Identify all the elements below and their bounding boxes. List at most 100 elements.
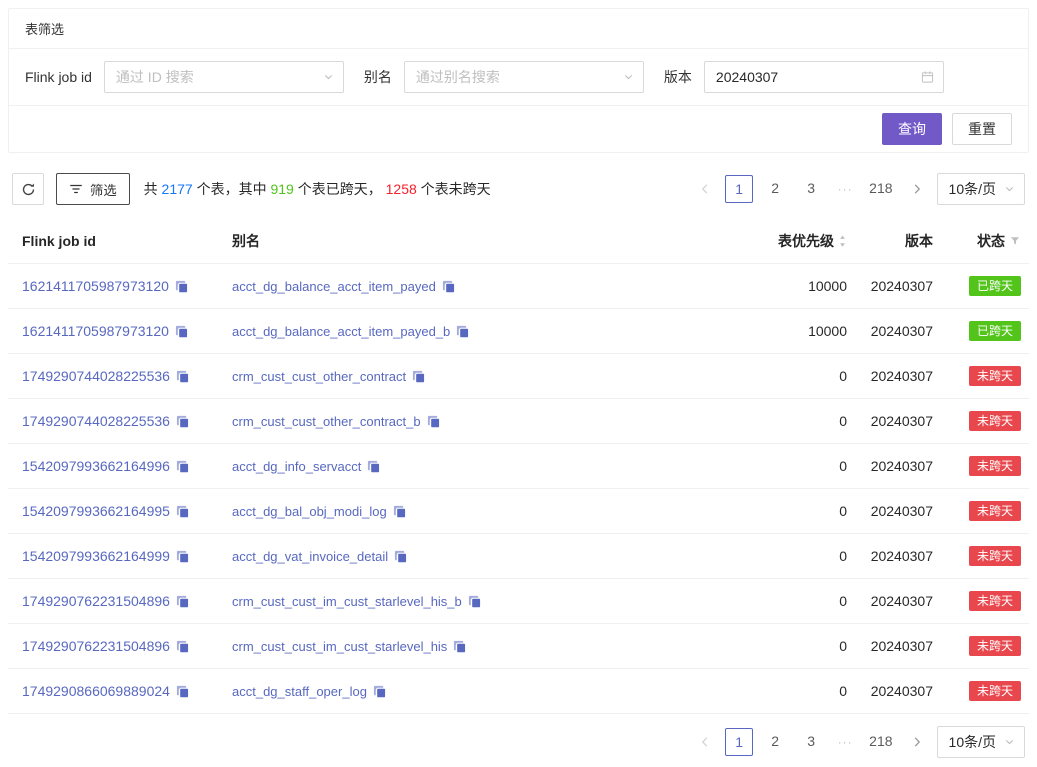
copy-icon[interactable] (442, 280, 455, 293)
copy-icon[interactable] (394, 550, 407, 563)
copy-icon[interactable] (176, 370, 189, 383)
sort-icon[interactable] (838, 234, 847, 248)
column-filter-funnel-icon[interactable] (1009, 235, 1021, 247)
job-id-select[interactable]: 通过 ID 搜索 (104, 61, 344, 93)
page-button-2[interactable]: 2 (761, 175, 789, 203)
page-button-last[interactable]: 218 (865, 175, 896, 203)
copy-icon[interactable] (393, 505, 406, 518)
summary-total-count: 2177 (162, 181, 193, 197)
copy-icon[interactable] (176, 595, 189, 608)
page-size-select[interactable]: 10条/页 (937, 726, 1025, 758)
col-header-flink-job-id: Flink job id (8, 219, 218, 263)
filter-row: Flink job id 通过 ID 搜索 别名 通过别名搜索 版本 20240… (9, 49, 1028, 106)
page-button-1[interactable]: 1 (725, 728, 753, 756)
alias-link[interactable]: acct_dg_balance_acct_item_payed_b (232, 324, 450, 339)
copy-icon[interactable] (175, 325, 188, 338)
table-row: 1542097993662164995 acct_dg_bal_obj_modi… (8, 488, 1029, 533)
reset-button[interactable]: 重置 (952, 113, 1012, 145)
chevron-down-icon (1004, 184, 1015, 195)
page-size-value: 10条/页 (949, 732, 996, 752)
col-header-priority: 表优先级 (735, 219, 855, 263)
copy-icon[interactable] (176, 415, 189, 428)
page-button-3[interactable]: 3 (797, 728, 825, 756)
copy-icon[interactable] (427, 415, 440, 428)
table-row: 1542097993662164996 acct_dg_info_servacc… (8, 443, 1029, 488)
toolbar: 筛选 共 2177 个表，其中 919 个表已跨天， 1258 个表未跨天 1 … (12, 173, 1025, 205)
alias-link[interactable]: crm_cust_cust_im_cust_starlevel_his_b (232, 594, 462, 609)
alias-link[interactable]: acct_dg_staff_oper_log (232, 684, 367, 699)
job-id-link[interactable]: 1542097993662164995 (22, 503, 170, 519)
priority-cell: 0 (735, 533, 855, 578)
copy-icon[interactable] (176, 460, 189, 473)
job-id-link[interactable]: 1621411705987973120 (22, 278, 169, 294)
priority-cell: 0 (735, 353, 855, 398)
priority-cell: 10000 (735, 263, 855, 308)
table-row: 1749290866069889024 acct_dg_staff_oper_l… (8, 668, 1029, 713)
prev-page-button[interactable] (693, 175, 717, 203)
alias-link[interactable]: crm_cust_cust_other_contract (232, 369, 406, 384)
priority-cell: 0 (735, 443, 855, 488)
page-button-1[interactable]: 1 (725, 175, 753, 203)
next-page-button[interactable] (905, 175, 929, 203)
summary-text: 共 2177 个表，其中 919 个表已跨天， 1258 个表未跨天 (144, 179, 491, 199)
alias-link[interactable]: acct_dg_bal_obj_modi_log (232, 504, 387, 519)
alias-link[interactable]: crm_cust_cust_im_cust_starlevel_his (232, 639, 447, 654)
version-cell: 20240307 (855, 353, 937, 398)
copy-icon[interactable] (175, 280, 188, 293)
job-id-link[interactable]: 1749290744028225536 (22, 368, 170, 384)
copy-icon[interactable] (453, 640, 466, 653)
job-id-link[interactable]: 1542097993662164996 (22, 458, 170, 474)
alias-link[interactable]: crm_cust_cust_other_contract_b (232, 414, 421, 429)
filter-actions-row: 查询 重置 (9, 106, 1028, 152)
summary-uncrossed-count: 1258 (386, 181, 417, 197)
chevron-down-icon (623, 72, 634, 83)
status-badge: 未跨天 (969, 636, 1021, 656)
copy-icon[interactable] (176, 505, 189, 518)
page-size-select[interactable]: 10条/页 (937, 173, 1025, 205)
alias-link[interactable]: acct_dg_vat_invoice_detail (232, 549, 388, 564)
copy-icon[interactable] (373, 685, 386, 698)
table-row: 1749290744028225536 crm_cust_cust_other_… (8, 353, 1029, 398)
summary-mid1: 个表，其中 (193, 181, 271, 197)
copy-icon[interactable] (176, 685, 189, 698)
job-id-link[interactable]: 1749290744028225536 (22, 413, 170, 429)
copy-icon[interactable] (456, 325, 469, 338)
summary-crossed-count: 919 (270, 181, 293, 197)
bottom-pagination: 1 2 3 ··· 218 10条/页 (0, 726, 1025, 758)
query-button[interactable]: 查询 (882, 113, 942, 145)
copy-icon[interactable] (412, 370, 425, 383)
copy-icon[interactable] (468, 595, 481, 608)
copy-icon[interactable] (176, 640, 189, 653)
status-badge: 未跨天 (969, 591, 1021, 611)
page-button-3[interactable]: 3 (797, 175, 825, 203)
alias-placeholder: 通过别名搜索 (416, 67, 500, 87)
priority-cell: 0 (735, 398, 855, 443)
status-badge: 未跨天 (969, 546, 1021, 566)
job-id-link[interactable]: 1749290762231504896 (22, 593, 170, 609)
job-id-link[interactable]: 1749290866069889024 (22, 683, 170, 699)
job-id-link[interactable]: 1542097993662164999 (22, 548, 170, 564)
tables-table: Flink job id 别名 表优先级 版本 状态 (8, 219, 1029, 714)
page-button-last[interactable]: 218 (865, 728, 896, 756)
job-id-link[interactable]: 1749290762231504896 (22, 638, 170, 654)
copy-icon[interactable] (176, 550, 189, 563)
filter-button[interactable]: 筛选 (56, 173, 130, 205)
page-ellipsis[interactable]: ··· (833, 182, 857, 196)
page-ellipsis[interactable]: ··· (833, 735, 857, 749)
table-row: 1621411705987973120 acct_dg_balance_acct… (8, 263, 1029, 308)
status-badge: 未跨天 (969, 366, 1021, 386)
prev-page-button[interactable] (693, 728, 717, 756)
status-badge: 未跨天 (969, 501, 1021, 521)
job-id-link[interactable]: 1621411705987973120 (22, 323, 169, 339)
refresh-button[interactable] (12, 173, 44, 205)
alias-link[interactable]: acct_dg_balance_acct_item_payed (232, 279, 436, 294)
page-button-2[interactable]: 2 (761, 728, 789, 756)
chevron-down-icon (323, 72, 334, 83)
version-date-input[interactable]: 20240307 (704, 61, 944, 93)
alias-link[interactable]: acct_dg_info_servacct (232, 459, 361, 474)
copy-icon[interactable] (367, 460, 380, 473)
next-page-button[interactable] (905, 728, 929, 756)
chevron-down-icon (1004, 736, 1015, 747)
version-cell: 20240307 (855, 668, 937, 713)
alias-select[interactable]: 通过别名搜索 (404, 61, 644, 93)
